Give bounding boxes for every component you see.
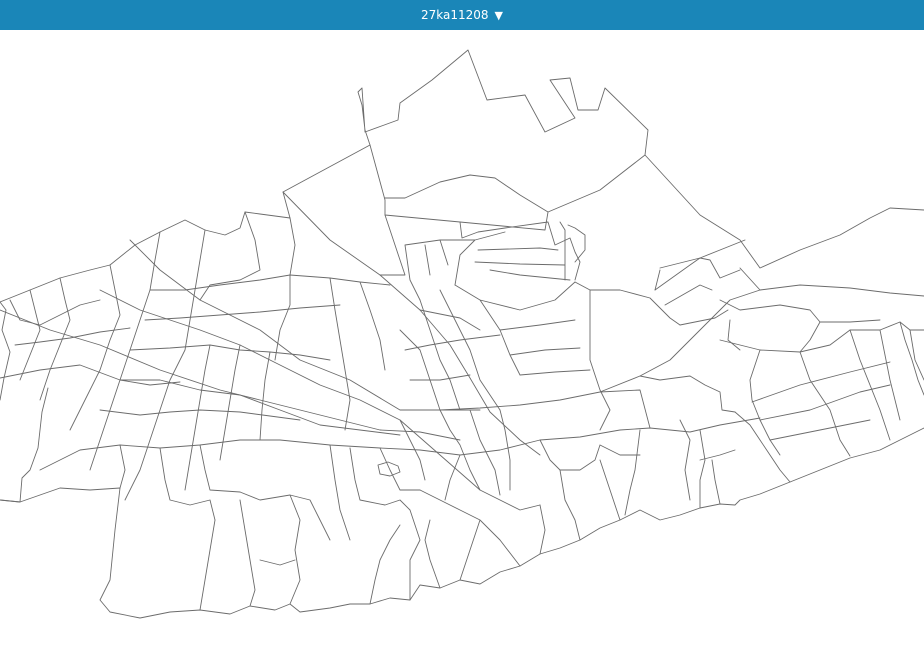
east-block-6 [719,299,881,353]
north-block-3 [379,214,581,281]
south-block-4 [349,447,421,601]
region-outline [0,49,924,303]
south-block-5 [419,454,521,581]
central-block-1 [454,281,591,376]
east-block-3 [719,321,924,353]
map-selector-header[interactable]: 27ka11208 ▼ [0,0,924,30]
far-east-edge [899,321,924,396]
east-block-4 [749,329,901,457]
boundary-map[interactable] [0,30,924,660]
boundary-map-svg [0,49,924,619]
map-id-label: 27ka11208 [420,8,489,22]
east-block-7 [599,375,736,516]
east-block-1 [574,281,681,431]
central-block-4 [399,409,511,496]
north-block-1 [369,144,549,231]
main-road-5 [39,417,761,471]
north-block-5 [474,221,586,281]
south-block-6 [539,459,621,555]
south-pond [377,461,401,477]
south-block-2 [239,444,351,605]
central-block-3 [404,309,501,411]
east-block-8 [539,439,641,471]
west-block-6 [9,299,131,346]
north-block-4 [404,231,506,301]
west-block-1 [124,229,206,501]
east-coast-lower [699,411,791,505]
west-block-7 [144,274,391,321]
west-block-10 [184,344,271,491]
east-block-5 [751,361,891,441]
river-line [0,309,461,441]
region-outline-south [0,427,924,619]
region-outline-west [0,301,49,503]
south-block-1 [119,444,241,521]
east-block-2 [654,257,741,326]
south-block-7 [369,519,441,605]
main-road-3 [129,239,924,411]
east-coast-strip [654,239,761,291]
triangle-down-icon: ▼ [494,8,503,22]
west-block-4 [69,264,121,431]
north-block-2 [547,154,646,213]
west-block-9 [329,277,386,431]
